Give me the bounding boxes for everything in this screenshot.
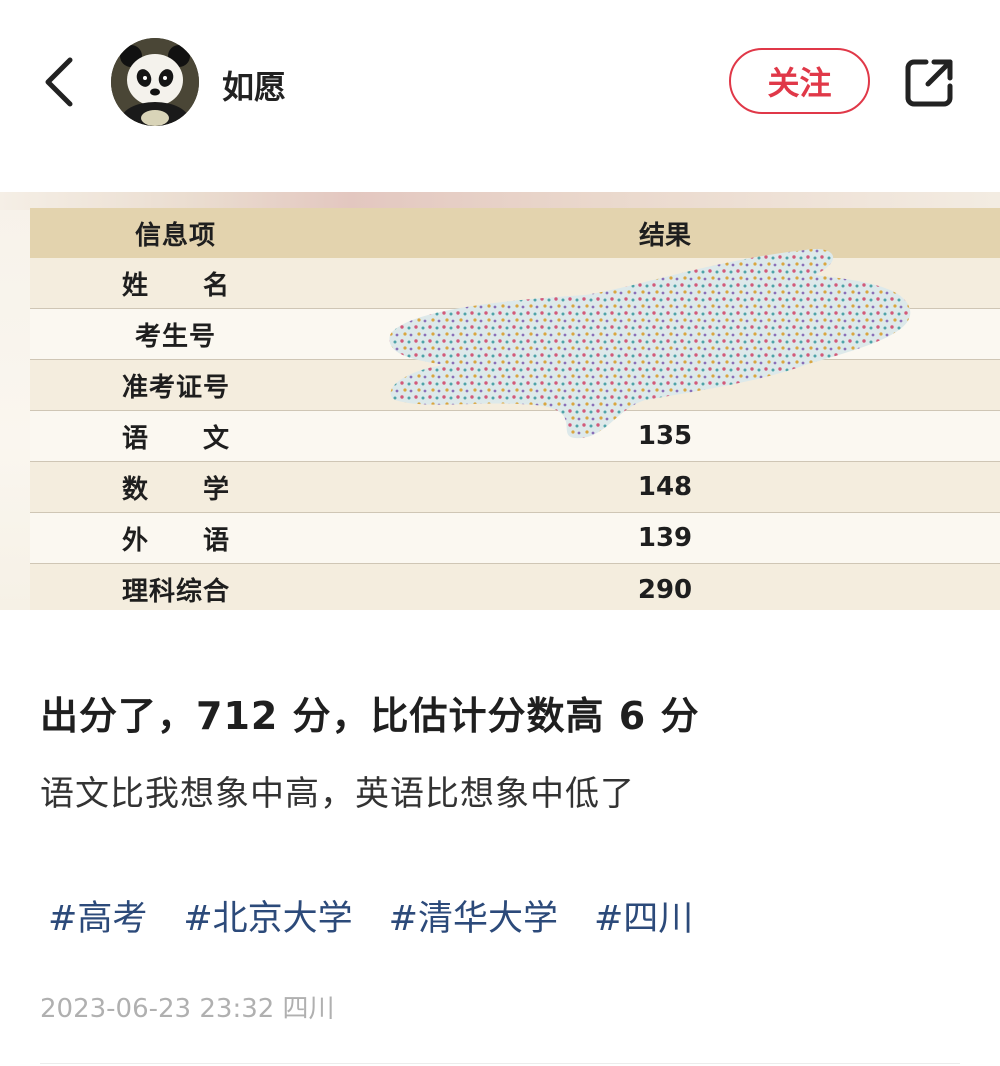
avatar[interactable] [111, 38, 199, 126]
share-button[interactable] [904, 56, 956, 108]
tag-peking-university[interactable]: #北京大学 [183, 890, 352, 941]
post-title: 出分了，712 分，比估计分数高 6 分 [40, 694, 700, 738]
tag-list: #高考 #北京大学 #清华大学 #四川 [48, 890, 693, 941]
row-label: 理科综合 [122, 577, 231, 607]
row-label: 准考证号 [122, 372, 231, 403]
table-row: 数 学 148 [30, 462, 1000, 513]
chevron-left-icon [45, 57, 73, 107]
table-row: 外 语 139 [30, 513, 1000, 564]
back-button[interactable] [38, 52, 82, 112]
row-label: 数 学 [122, 474, 230, 505]
row-label: 语 文 [122, 423, 230, 454]
row-label: 考生号 [135, 321, 217, 352]
post-timestamp-location: 2023-06-23 23:32 四川 [40, 994, 335, 1024]
username[interactable]: 如愿 [222, 62, 286, 108]
tag-gaokao[interactable]: #高考 [48, 890, 147, 941]
tag-tsinghua-university[interactable]: #清华大学 [389, 890, 558, 941]
header-info-item: 信息项 [135, 220, 217, 251]
table-row: 理科综合 290 [30, 564, 1000, 610]
tag-sichuan[interactable]: #四川 [594, 890, 693, 941]
row-label: 姓 名 [122, 270, 230, 301]
share-external-icon [905, 59, 953, 107]
post-body: 语文比我想象中高，英语比想象中低了 [40, 774, 635, 814]
follow-button[interactable]: 关注 [729, 48, 870, 114]
row-value: 148 [637, 472, 693, 502]
panda-avatar-image [111, 38, 199, 126]
redaction-scribble [389, 249, 911, 439]
row-value: 290 [637, 574, 693, 605]
row-value: 139 [637, 523, 693, 553]
divider [40, 1063, 960, 1064]
row-label: 外 语 [122, 525, 230, 556]
post-header: 如愿 关注 [0, 0, 1000, 160]
